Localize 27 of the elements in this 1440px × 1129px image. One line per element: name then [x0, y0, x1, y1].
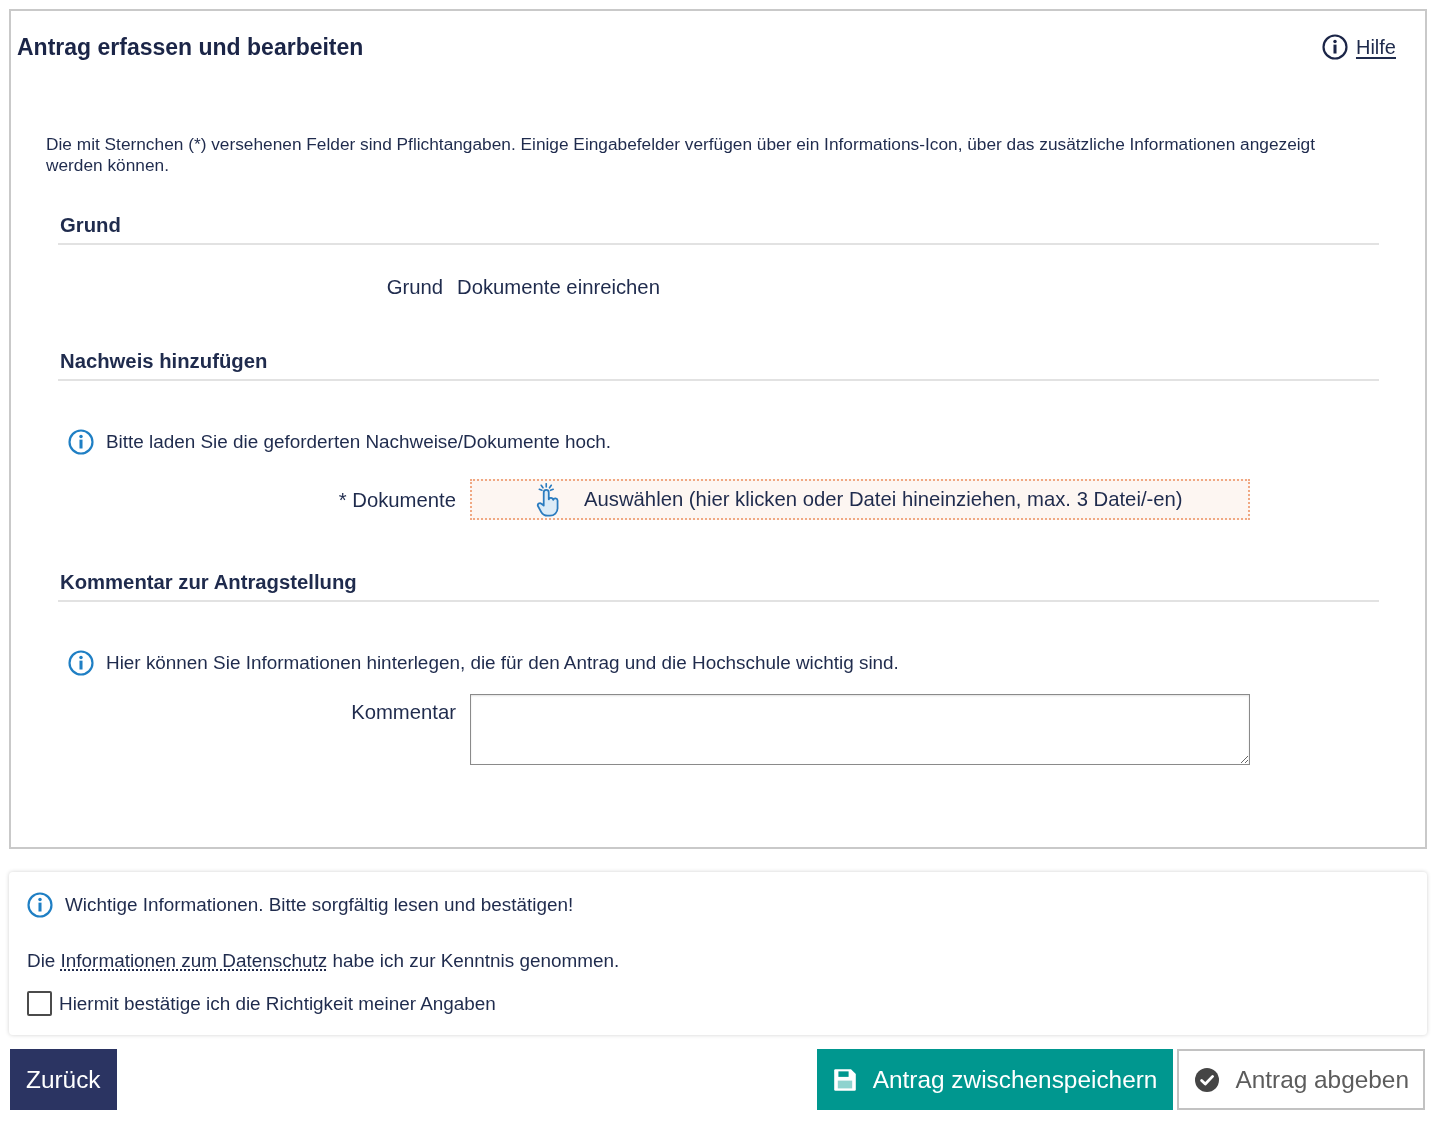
section-heading: Grund [58, 213, 1379, 245]
privacy-notice: Die Informationen zum Datenschutz habe ich zur Kenntnis genommen. [27, 949, 621, 973]
save-draft-button[interactable]: Antrag zwischenspeichern [816, 1049, 1174, 1110]
file-upload-dropzone[interactable]: Auswählen (hier klicken oder Datei hineinziehen, max. 3 Datei/-en) [470, 479, 1250, 520]
section-heading: Kommentar zur Antragstellung [58, 570, 1379, 602]
checkbox-label: Hiermit bestätige ich die Richtigkeit meiner Angaben [59, 992, 496, 1015]
page-title: Antrag erfassen und bearbeiten [17, 33, 364, 61]
intro-text: Die mit Sternchen (*) versehenen Felder sind Pflichtangaben. Einige Eingabefelder verfügen über ein Informations-Icon, über das zusätzliche Informationen angezeigt werden können. [46, 134, 1316, 176]
back-button[interactable]: Zurück [10, 1049, 117, 1110]
checkbox[interactable] [27, 991, 52, 1016]
submit-button[interactable]: Antrag abgeben [1177, 1049, 1425, 1110]
section-heading: Nachweis hinzufügen [58, 349, 1379, 381]
privacy-link[interactable]: Informationen zum Datenschutz [60, 950, 328, 971]
field-label: Grund [385, 275, 443, 299]
info-icon [1322, 34, 1348, 60]
info-icon [68, 429, 94, 455]
info-icon [68, 650, 94, 676]
info-text: Bitte laden Sie die geforderten Nachweise/Dokumente hoch. [106, 430, 612, 454]
info-icon [27, 892, 53, 918]
info-text: Wichtige Informationen. Bitte sorgfältig lesen und bestätigen! [65, 893, 574, 917]
field-value: Dokumente einreichen [457, 275, 661, 299]
info-text: Hier können Sie Informationen hinterlegen, die für den Antrag und die Hochschule wichtig sind. [106, 651, 899, 675]
field-label: Kommentar [350, 700, 456, 724]
check-circle-icon [1195, 1067, 1220, 1092]
help-link[interactable]: Hilfe [1322, 34, 1396, 60]
field-label: * Dokumente [337, 487, 456, 512]
comment-textarea[interactable] [470, 694, 1250, 765]
